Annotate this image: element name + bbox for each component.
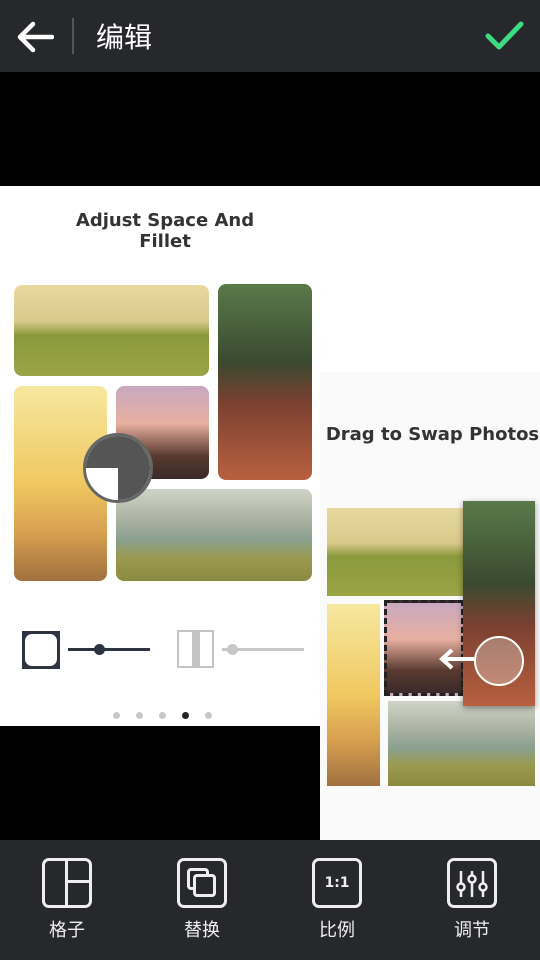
preview-carousel[interactable]: Adjust Space And Fillet Drag to Swap Pho… xyxy=(0,186,540,912)
collage-photo xyxy=(327,508,465,596)
collage-photo xyxy=(388,701,535,786)
left-panel-title: Adjust Space And Fillet xyxy=(75,210,255,252)
spacing-icon xyxy=(177,630,214,668)
adjust-label: 调节 xyxy=(454,920,490,941)
ratio-label: 比例 xyxy=(319,920,355,941)
grid-label: 格子 xyxy=(49,920,85,941)
spacing-slider-thumb[interactable] xyxy=(227,644,238,655)
collage-photo xyxy=(218,284,312,480)
checkmark-icon xyxy=(485,21,524,50)
page-dot-active xyxy=(182,712,189,719)
swap-copy-icon xyxy=(177,858,227,908)
page-dot xyxy=(113,712,120,719)
grid-layout-icon xyxy=(42,858,92,908)
replace-label: 替换 xyxy=(184,920,220,941)
drag-hand-icon xyxy=(474,636,524,686)
collage-photo xyxy=(327,604,380,786)
replace-button[interactable]: 替换 xyxy=(157,858,247,942)
arrow-left-icon xyxy=(17,21,55,53)
ratio-icon-text: 1:1 xyxy=(324,875,350,891)
divider xyxy=(72,18,74,54)
page-dot xyxy=(205,712,212,719)
top-bar: 编辑 xyxy=(0,0,540,72)
ratio-button[interactable]: 1:1 比例 xyxy=(292,858,382,942)
right-panel: Drag to Swap Photos xyxy=(320,372,540,912)
back-button[interactable] xyxy=(16,20,55,58)
bottom-toolbar: 格子 替换 1:1 比例 调节 xyxy=(0,840,540,960)
page-dot xyxy=(136,712,143,719)
sliders-adjust-icon xyxy=(447,858,497,908)
confirm-button[interactable] xyxy=(484,20,524,56)
adjust-button[interactable]: 调节 xyxy=(427,858,517,942)
collage-photo xyxy=(14,285,209,376)
left-page-indicator xyxy=(113,712,212,719)
fillet-magnifier xyxy=(83,433,153,503)
corner-radius-slider[interactable] xyxy=(68,648,150,651)
arrow-left-icon xyxy=(439,648,474,670)
ratio-icon: 1:1 xyxy=(312,858,362,908)
page-dot xyxy=(159,712,166,719)
collage-photo xyxy=(116,489,312,581)
corner-radius-icon xyxy=(22,631,60,669)
grid-button[interactable]: 格子 xyxy=(22,858,112,942)
right-panel-title: Drag to Swap Photos xyxy=(325,424,540,445)
page-title: 编辑 xyxy=(96,21,153,54)
corner-radius-slider-thumb[interactable] xyxy=(94,644,105,655)
